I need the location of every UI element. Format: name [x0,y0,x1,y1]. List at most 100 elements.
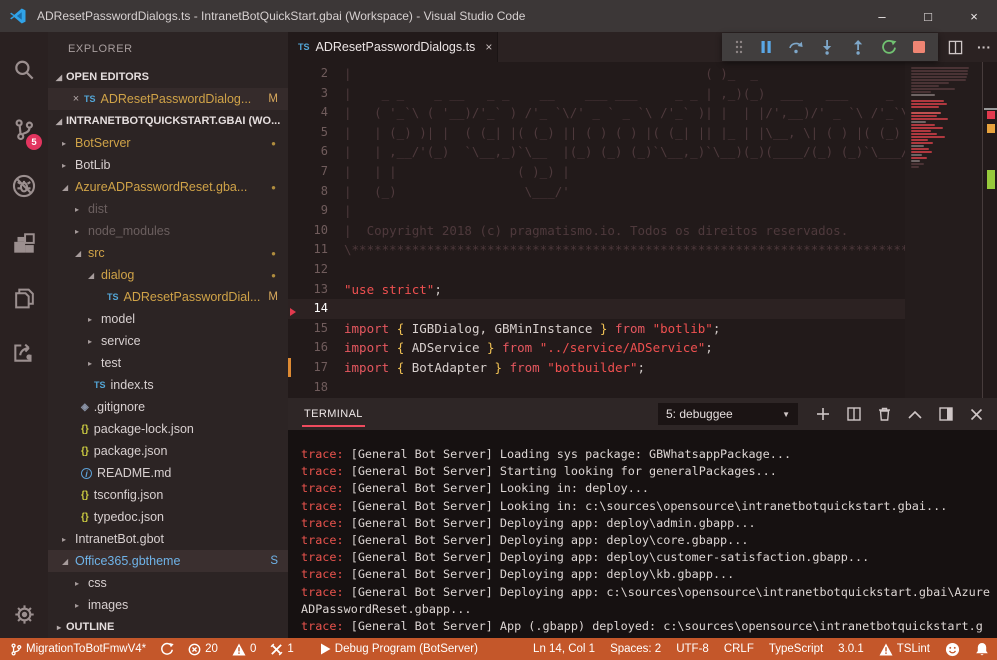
terminal-selector[interactable]: 5: debuggee ▼ [658,403,798,425]
tree-item[interactable]: ◢src● [48,242,288,264]
overview-ruler[interactable] [982,62,997,398]
tree-item[interactable]: {}package.json [48,440,288,462]
step-out-icon[interactable] [850,39,866,55]
restart-icon[interactable] [881,39,897,55]
encoding-status[interactable]: UTF-8 [676,643,709,655]
terminal-tab[interactable]: TERMINAL [302,401,365,427]
close-editor-icon[interactable]: × [68,93,84,105]
code-line[interactable]: 12 [288,260,905,280]
language-status[interactable]: TypeScript [769,643,823,655]
minimap-line [911,118,948,120]
tree-item[interactable]: {}package-lock.json [48,418,288,440]
toggle-panel-position-icon[interactable] [939,407,953,421]
tree-item-label: AzureADPasswordReset.gba... [75,180,247,194]
code-line[interactable]: 14 [288,299,905,319]
line-number: 5 [288,123,328,143]
open-editor-item[interactable]: ×TSADResetPasswordDialog...M [48,88,288,110]
split-editor-icon[interactable] [948,40,963,55]
tree-item[interactable]: ▸test [48,352,288,374]
errors-status[interactable]: 20 [188,643,218,656]
code-line[interactable]: 10| Copyright 2018 (c) pragmatismo.io. T… [288,221,905,241]
kill-terminal-icon[interactable] [878,407,891,421]
tree-item[interactable]: ▸BotServer● [48,132,288,154]
tree-item[interactable]: {}typedoc.json [48,506,288,528]
sync-icon[interactable] [160,642,174,656]
code-line[interactable]: 3| _ _ _ __ _ _ __ ___ ___ _ _ | ,_)(_) … [288,84,905,104]
split-terminal-icon[interactable] [847,407,861,421]
step-over-icon[interactable] [788,39,804,55]
tslint-status[interactable]: TSLint [879,643,930,656]
code-line[interactable]: 9| [288,201,905,221]
new-terminal-icon[interactable] [816,407,830,421]
line-number: 4 [288,103,328,123]
close-panel-icon[interactable] [970,408,983,421]
tree-item[interactable]: ◢dialog● [48,264,288,286]
code-area[interactable]: 2| ( )_ _3| _ _ _ __ _ _ __ ___ ___ _ _ … [288,62,905,398]
code-line[interactable]: 8| (_) \___/' [288,182,905,202]
debug-target-status[interactable]: Debug Program (BotServer) [320,643,478,655]
tab-adresetpassworddialogs[interactable]: TS ADResetPasswordDialogs.ts × [288,32,498,62]
warnings-status[interactable]: 0 [232,643,256,656]
close-button[interactable]: × [951,0,997,32]
tree-item[interactable]: {}tsconfig.json [48,484,288,506]
cursor-position-status[interactable]: Ln 14, Col 1 [533,643,595,655]
minimize-button[interactable]: – [859,0,905,32]
extensions-icon[interactable] [0,222,48,266]
code-line[interactable]: 5| | (_) )| | ( (_| |( (_) || ( ) ( ) |(… [288,123,905,143]
step-into-icon[interactable] [819,39,835,55]
drag-grip-icon[interactable] [734,39,744,55]
minimap[interactable] [905,62,982,398]
code-line[interactable]: 13"use strict"; [288,280,905,300]
code-line[interactable]: 11\*************************************… [288,240,905,260]
tree-item[interactable]: ▸css [48,572,288,594]
tree-item[interactable]: TSADResetPasswordDial...M [48,286,288,308]
tree-item[interactable]: ▸service [48,330,288,352]
tree-item[interactable]: ◈.gitignore [48,396,288,418]
indentation-status[interactable]: Spaces: 2 [610,643,661,655]
maximize-button[interactable]: □ [905,0,951,32]
git-branch-status[interactable]: MigrationToBotFmwV4* [10,643,146,656]
settings-gear-icon[interactable] [0,592,48,636]
share-icon[interactable] [0,330,48,374]
tree-item[interactable]: iREADME.md [48,462,288,484]
search-icon[interactable] [0,48,48,92]
tree-item[interactable]: ◢Office365.gbthemeS [48,550,288,572]
code-line[interactable]: 4| ( '_`\ ( '__)/'_` ) /'_ `\/' _ ` _ `\… [288,103,905,123]
tree-item[interactable]: ▸node_modules [48,220,288,242]
feedback-smiley-icon[interactable] [945,642,960,657]
line-number: 6 [288,142,328,162]
pause-icon[interactable] [759,40,773,54]
code-line[interactable]: 2| ( )_ _ [288,64,905,84]
outline-header[interactable]: ▸ OUTLINE [48,616,288,638]
code-line[interactable]: 17import { BotAdapter } from "botbuilder… [288,358,905,378]
tree-item[interactable]: ▸BotLib [48,154,288,176]
code-line[interactable]: 16import { ADService } from "../service/… [288,338,905,358]
tasks-status[interactable]: 1 [270,643,293,656]
stop-icon[interactable] [912,40,926,54]
workspace-header[interactable]: ◢ INTRANETBOTQUICKSTART.GBAI (WO... [48,110,288,132]
more-actions-icon[interactable]: ··· [977,39,991,55]
open-editors-header[interactable]: ◢ OPEN EDITORS [48,66,288,88]
code-line[interactable]: 7| | | ( )_) | [288,162,905,182]
tree-item-label: css [88,576,107,590]
source-control-icon[interactable]: 5 [0,108,48,152]
code-line[interactable]: 15import { IGBDialog, GBMinInstance } fr… [288,319,905,339]
code-editor[interactable]: 2| ( )_ _3| _ _ _ __ _ _ __ ___ ___ _ _ … [288,62,997,398]
line-text: \***************************************… [328,240,905,260]
pages-icon[interactable] [0,276,48,320]
tab-close-icon[interactable]: × [485,40,492,54]
notifications-bell-icon[interactable] [975,642,989,657]
tree-item[interactable]: ▸IntranetBot.gbot [48,528,288,550]
code-line[interactable]: 6| | ,__/'(_) `\__,_)`\__ |(_) (_) (_)`\… [288,142,905,162]
tree-item[interactable]: ▸images [48,594,288,616]
debug-disabled-icon[interactable] [0,164,48,208]
maximize-panel-icon[interactable] [908,410,922,419]
terminal-output[interactable]: trace: [General Bot Server] Loading sys … [288,430,997,638]
eol-status[interactable]: CRLF [724,643,754,655]
code-line[interactable]: 18 [288,378,905,398]
tree-item[interactable]: ▸model [48,308,288,330]
ts-version-status[interactable]: 3.0.1 [838,643,864,655]
tree-item[interactable]: ▸dist [48,198,288,220]
tree-item[interactable]: TSindex.ts [48,374,288,396]
tree-item[interactable]: ◢AzureADPasswordReset.gba...● [48,176,288,198]
